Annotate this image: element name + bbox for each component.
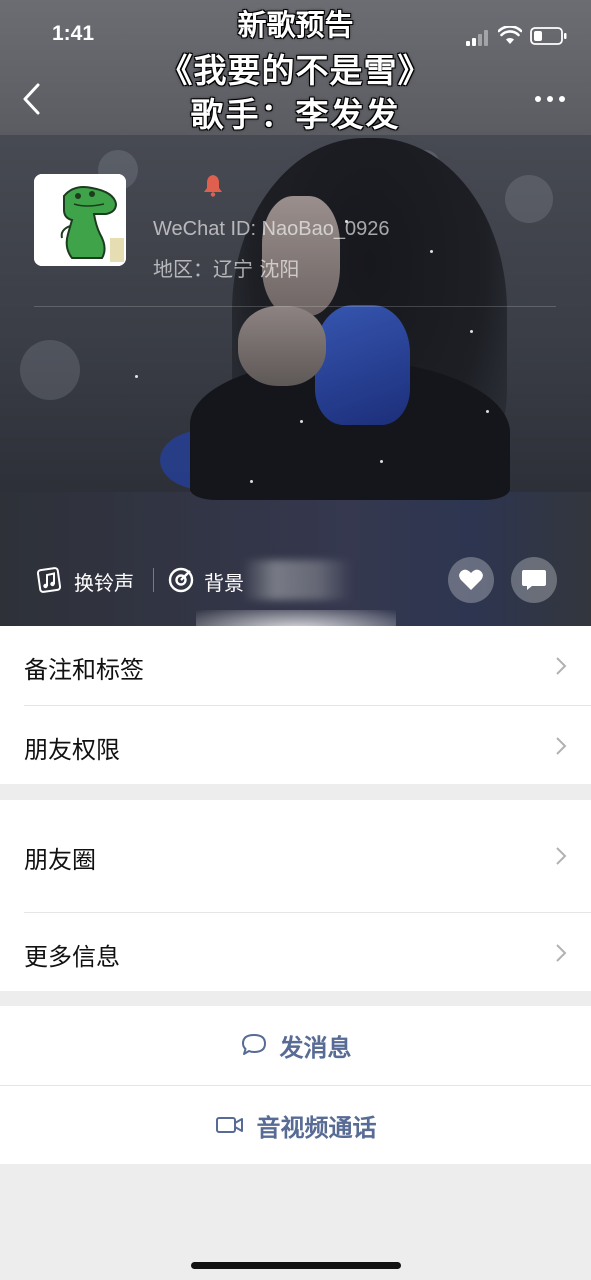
- wifi-icon: [498, 26, 522, 44]
- bell-icon: [204, 175, 222, 197]
- snowflake: [430, 250, 433, 253]
- bokeh: [505, 175, 553, 223]
- snowflake: [380, 460, 383, 463]
- more-info-label: 更多信息: [24, 943, 120, 971]
- chat-bubble-icon: [241, 1034, 266, 1055]
- chevron-right-icon: [556, 944, 567, 962]
- snowflake: [470, 330, 473, 333]
- snowflake: [250, 480, 253, 483]
- fog-highlight: [196, 610, 396, 626]
- cellular-signal-icon: [466, 30, 488, 46]
- more-options-icon[interactable]: [532, 84, 568, 114]
- list-item-moments[interactable]: 朋友圈: [0, 800, 591, 912]
- moments-label: 朋友圈: [24, 846, 96, 874]
- region-text: 地区：辽宁 沈阳: [153, 257, 300, 281]
- status-time: 1:41: [52, 22, 95, 45]
- list-item-more-info[interactable]: 更多信息: [0, 913, 591, 991]
- list-group-info: 朋友圈 更多信息: [0, 800, 591, 991]
- video-camera-icon: [215, 1117, 243, 1133]
- comment-button[interactable]: [511, 557, 557, 603]
- action-divider: [0, 1085, 591, 1086]
- music-note-icon: [36, 567, 62, 593]
- blurred-region: [242, 560, 352, 600]
- cover-lower-band: [0, 492, 591, 626]
- back-arrow-icon[interactable]: [18, 82, 48, 116]
- bokeh: [20, 340, 80, 400]
- change-ringtone-label: 换铃声: [74, 571, 134, 595]
- friend-permissions-label: 朋友权限: [24, 736, 120, 764]
- ringtone-divider: [153, 568, 154, 592]
- list-item-friend-permissions[interactable]: 朋友权限: [0, 706, 591, 784]
- avatar[interactable]: [34, 174, 126, 266]
- list-item-remarks-tags[interactable]: 备注和标签: [0, 626, 591, 705]
- list-group-contact-settings: 备注和标签 朋友权限: [0, 626, 591, 784]
- status-bar: 1:41: [0, 0, 591, 70]
- target-icon: [168, 567, 194, 593]
- video-call-button[interactable]: 音视频通话: [0, 1086, 591, 1164]
- snowflake: [300, 420, 303, 423]
- scarf-shape: [315, 305, 410, 425]
- overlay-line-3: 歌手：李发发: [190, 95, 401, 134]
- snowflake: [486, 410, 489, 413]
- video-call-label: 音视频通话: [256, 1113, 377, 1142]
- comment-icon: [522, 570, 546, 590]
- crocodile-avatar-icon: [34, 174, 126, 266]
- hand-shape: [238, 306, 326, 386]
- chevron-right-icon: [556, 737, 567, 755]
- send-message-button[interactable]: 发消息: [0, 1006, 591, 1084]
- chevron-right-icon: [556, 657, 567, 675]
- chevron-right-icon: [556, 847, 567, 865]
- heart-icon: [459, 569, 483, 590]
- snowflake: [135, 375, 138, 378]
- profile-divider: [34, 306, 556, 307]
- remarks-tags-label: 备注和标签: [24, 656, 144, 684]
- like-button[interactable]: [448, 557, 494, 603]
- background-label: 背景: [204, 571, 244, 595]
- wechat-id: WeChat ID: NaoBao_0926: [153, 218, 390, 240]
- send-message-label: 发消息: [279, 1033, 352, 1062]
- home-indicator[interactable]: [191, 1262, 401, 1269]
- battery-icon: [530, 27, 567, 45]
